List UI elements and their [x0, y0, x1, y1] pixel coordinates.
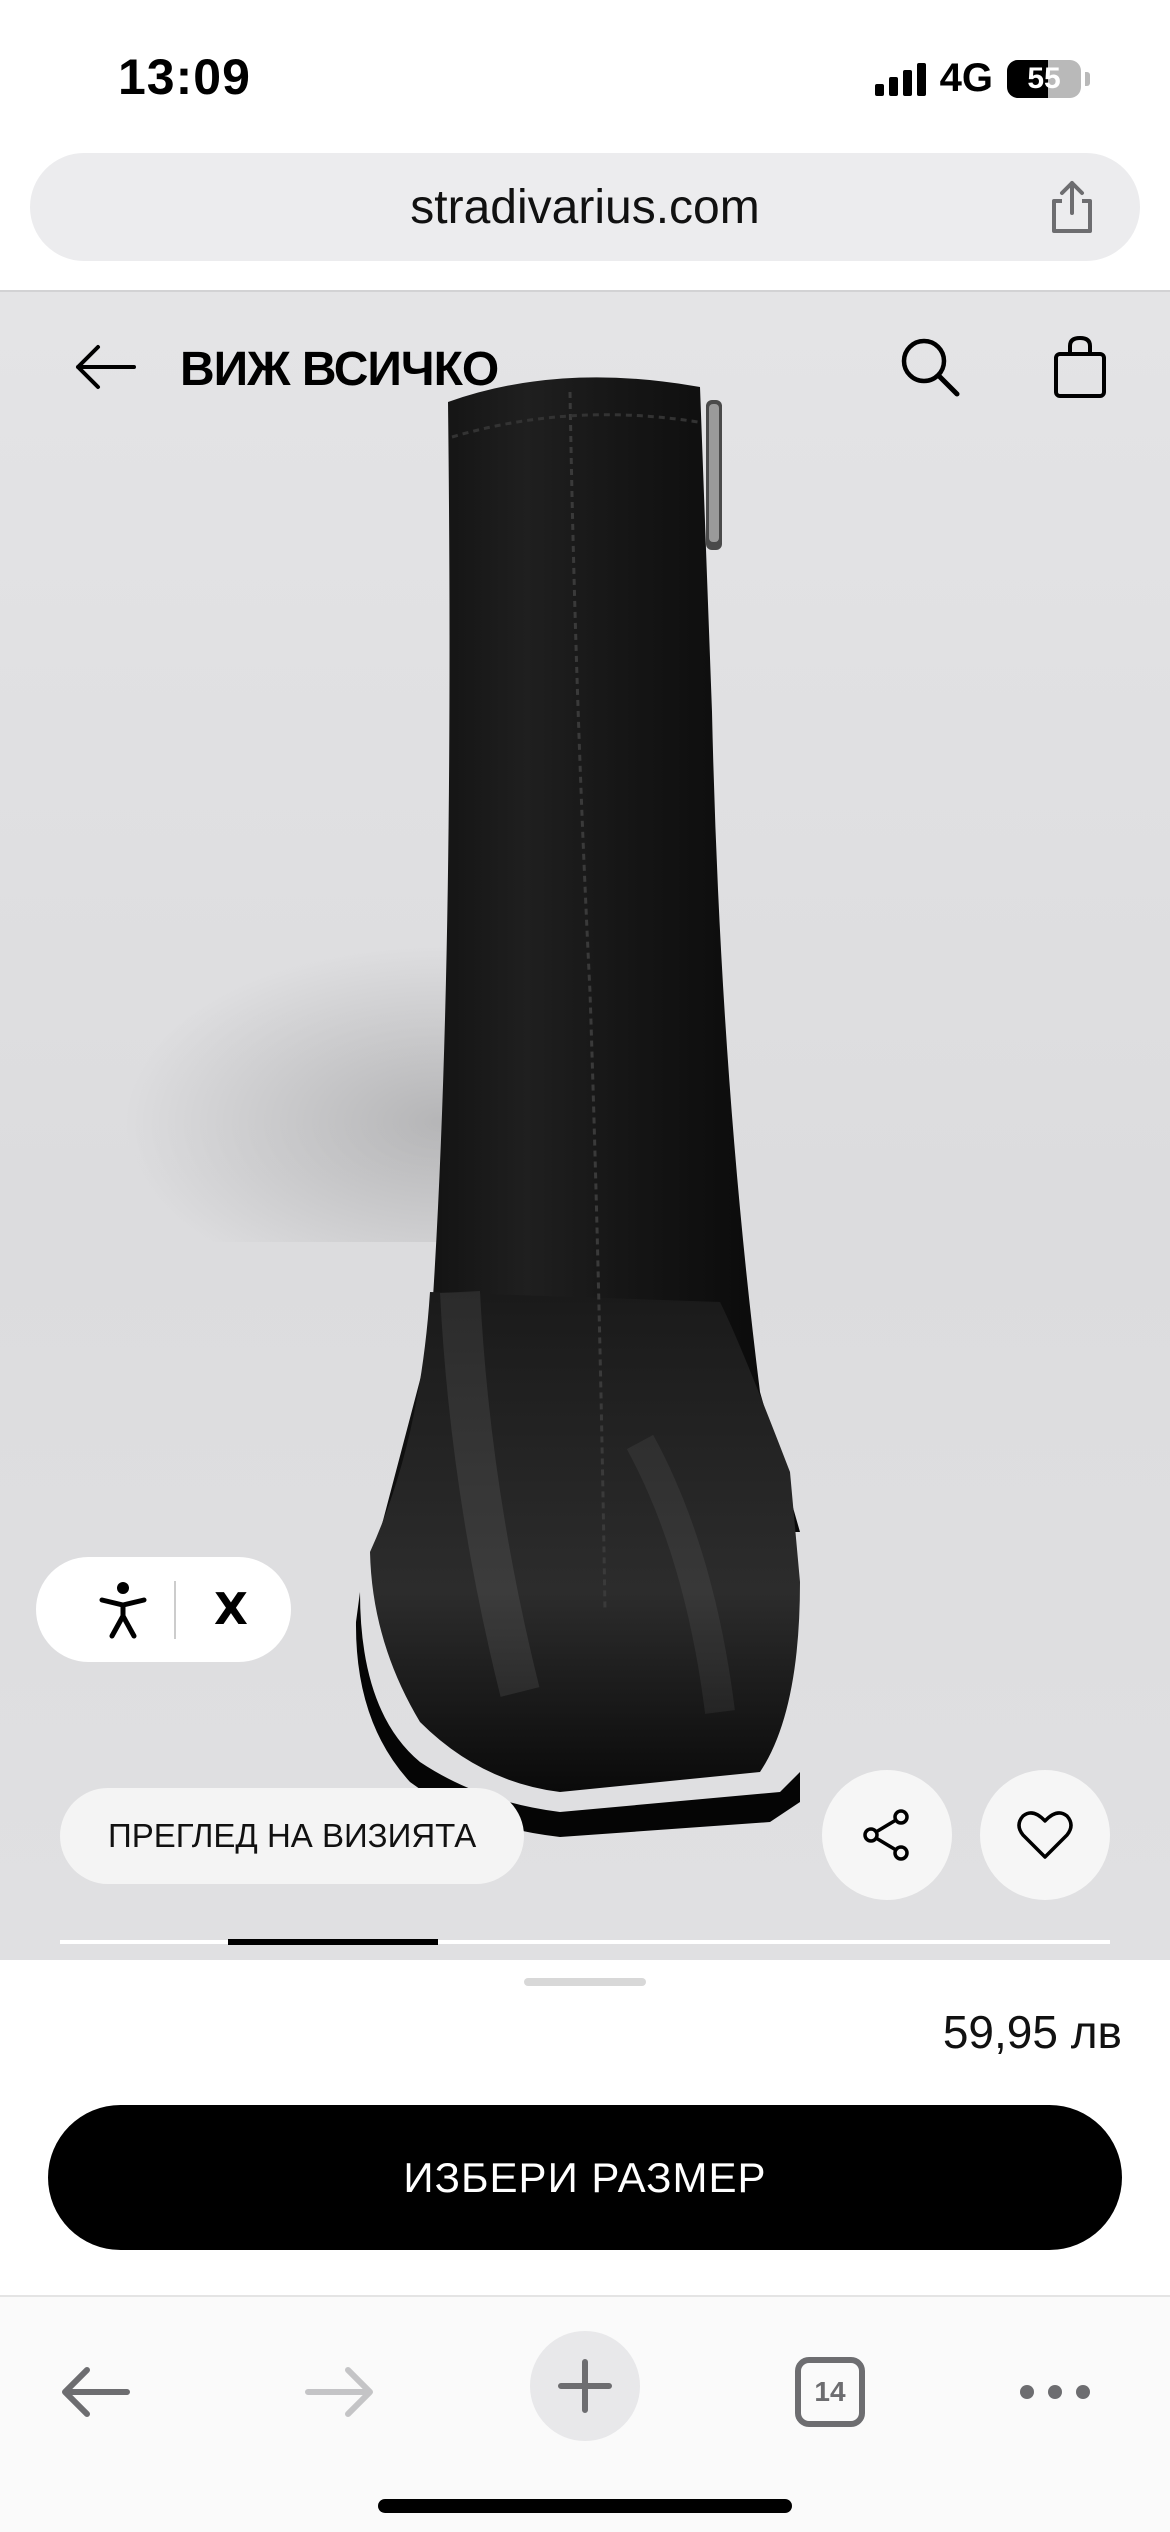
product-image-boot[interactable] [0, 292, 1170, 1960]
back-arrow-icon [62, 2367, 130, 2417]
accessibility-divider [174, 1580, 176, 1639]
product-gallery[interactable]: ВИЖ ВСИЧКО X ПРЕГЛЕД НА ВИЗИЯТА [0, 290, 1170, 1960]
accessibility-close-button[interactable]: X [214, 1584, 248, 1635]
sheet-handle[interactable] [524, 1978, 646, 1986]
more-button[interactable] [1000, 2337, 1110, 2447]
status-bar: 13:09 4G 55 [0, 0, 1170, 150]
share-nodes-icon [863, 1809, 909, 1861]
back-arrow-icon[interactable] [70, 337, 140, 397]
forward-arrow-icon [305, 2367, 373, 2417]
browser-back-button[interactable] [40, 2337, 150, 2447]
accessibility-icon[interactable] [98, 1580, 148, 1640]
browser-forward-button[interactable] [285, 2337, 395, 2447]
tabs-button[interactable]: 14 [775, 2337, 885, 2447]
status-indicators: 4G 55 [874, 56, 1090, 101]
network-type: 4G [939, 56, 993, 100]
search-icon[interactable] [895, 332, 965, 402]
cellular-signal-icon [874, 62, 926, 96]
battery-level: 55 [1027, 61, 1061, 95]
product-price: 59,95 лв [942, 2006, 1122, 2058]
home-indicator [378, 2499, 792, 2513]
select-size-button[interactable]: ИЗБЕРИ РАЗМЕР [48, 2105, 1122, 2250]
status-time: 13:09 [118, 49, 251, 105]
favorite-button[interactable] [980, 1770, 1110, 1900]
gallery-progress [60, 1939, 1110, 1945]
view-all-link[interactable]: ВИЖ ВСИЧКО [180, 342, 499, 397]
more-icon [1020, 2385, 1090, 2399]
heart-icon [1017, 1811, 1073, 1859]
tabs-icon: 14 [795, 2357, 865, 2427]
share-icon[interactable] [1042, 177, 1102, 237]
view-visit-button[interactable]: ПРЕГЛЕД НА ВИЗИЯТА [60, 1788, 525, 1884]
tab-count: 14 [814, 2376, 846, 2407]
share-button[interactable] [822, 1770, 952, 1900]
plus-icon [558, 2359, 612, 2413]
gallery-progress-indicator [228, 1939, 438, 1945]
battery-icon: 55 [1007, 59, 1081, 98]
url-text[interactable]: stradivarius.com [410, 180, 759, 235]
browser-toolbar: 14 [0, 2295, 1170, 2532]
new-tab-button[interactable] [530, 2331, 640, 2441]
battery-tip [1085, 71, 1090, 86]
address-bar[interactable]: stradivarius.com [30, 153, 1140, 261]
accessibility-widget[interactable]: X [36, 1557, 291, 1662]
purchase-sheet: 59,95 лв ИЗБЕРИ РАЗМЕР [0, 1960, 1170, 2295]
shopping-bag-icon[interactable] [1048, 332, 1112, 402]
